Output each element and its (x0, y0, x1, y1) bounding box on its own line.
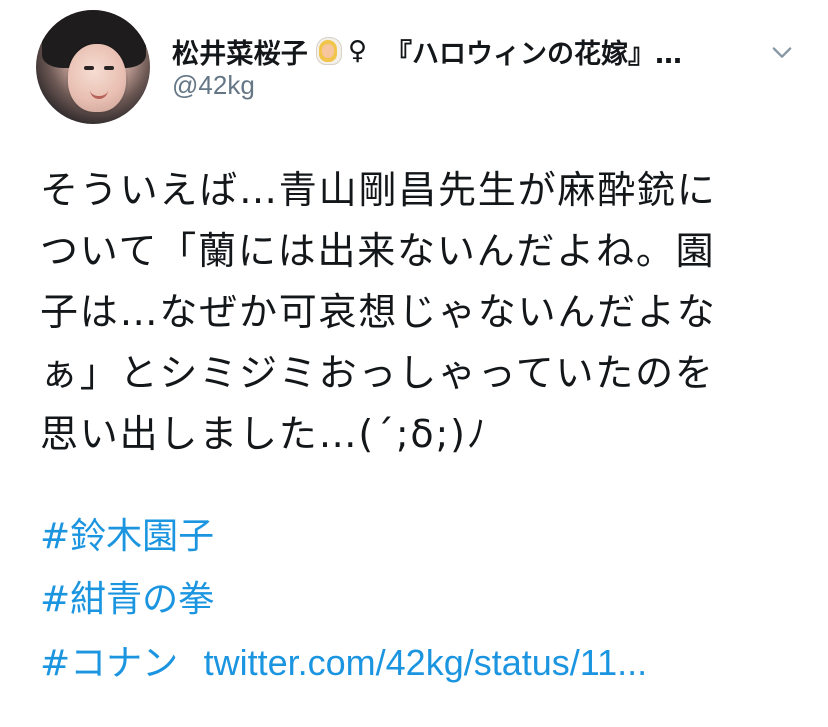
avatar[interactable] (36, 10, 150, 124)
tweet-text: そういえば…青山剛昌先生が麻酔銃に ついて「蘭には出来ないんだよね。園 子は…な… (40, 160, 810, 465)
tweet-line: 思い出しました…(´;δ;)ﾉ (40, 412, 488, 456)
avatar-eye (104, 66, 114, 70)
tweet-line: そういえば…青山剛昌先生が麻酔銃に (40, 168, 717, 212)
hashtag-link[interactable]: #コナン (40, 643, 178, 684)
tweet-hashtags: #鈴木園子 #紺青の拳 #コナン twitter.com/42kg/status… (40, 505, 810, 694)
status-link[interactable]: twitter.com/42kg/status/11... (204, 642, 648, 683)
avatar-eye (84, 66, 94, 70)
hashtag-link[interactable]: #鈴木園子 (40, 516, 214, 557)
avatar-face (68, 44, 126, 112)
display-name[interactable]: 松井菜桜子 (172, 32, 308, 70)
bride-with-veil-icon (314, 36, 342, 66)
hashtag-line: #紺青の拳 (40, 568, 810, 631)
hashtag-line: #鈴木園子 (40, 505, 810, 568)
tweet-line: 子は…なぜか可哀想じゃないんだよな (40, 290, 717, 334)
hashtag-line: #コナン twitter.com/42kg/status/11... (40, 631, 810, 694)
tweet-header: 松井菜桜子 ♀ 『ハロウィンの花嫁』… @42kg (36, 10, 796, 130)
female-sign-icon: ♀ (348, 36, 368, 66)
tweet-line: ついて「蘭には出来ないんだよね。園 (40, 229, 716, 273)
user-handle[interactable]: @42kg (172, 70, 255, 101)
hashtag-link[interactable]: #紺青の拳 (40, 579, 214, 620)
tweet-line: ぁ」とシミジミおっしゃっていたのを (40, 351, 715, 395)
display-name-suffix[interactable]: 『ハロウィンの花嫁』… (385, 32, 682, 70)
author-name-row[interactable]: 松井菜桜子 ♀ 『ハロウィンの花嫁』… (172, 32, 772, 70)
chevron-down-icon[interactable] (768, 38, 796, 66)
